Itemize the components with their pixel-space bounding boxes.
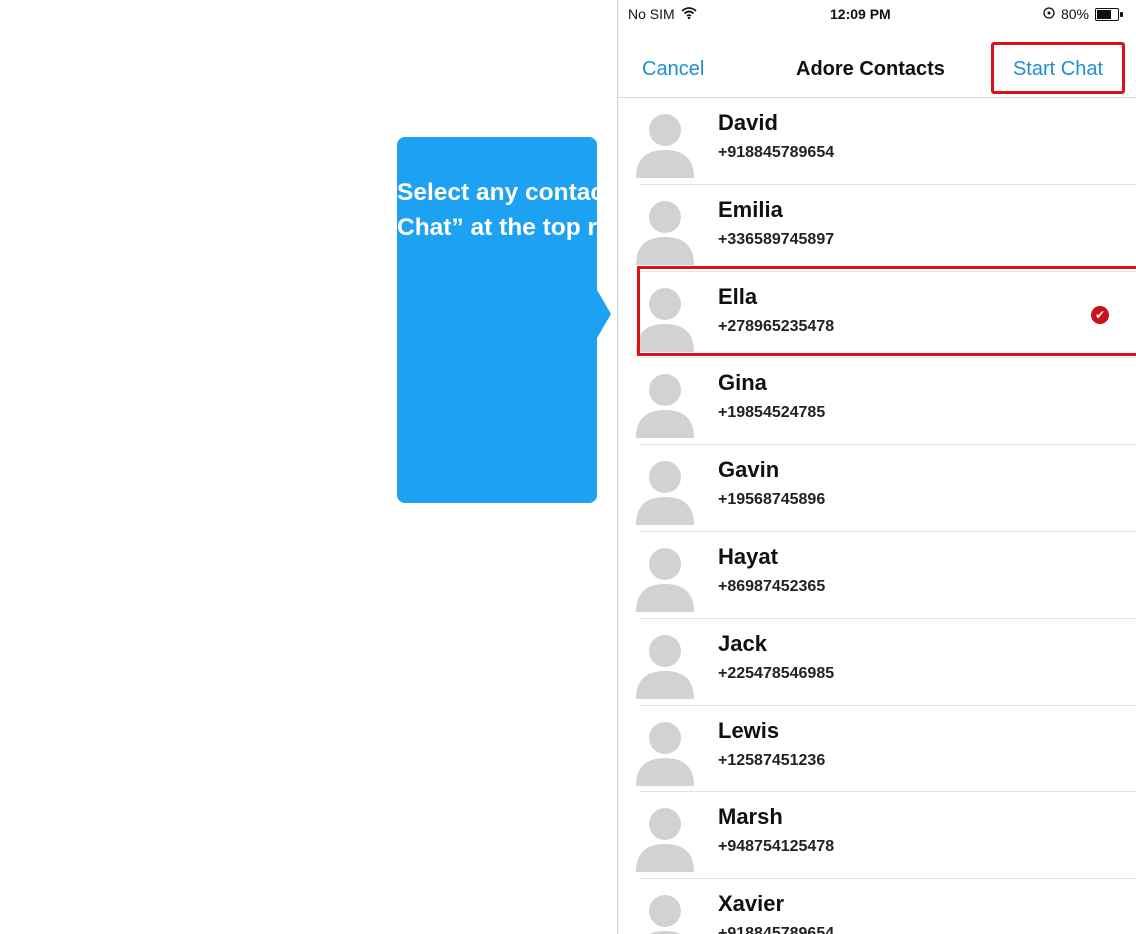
contact-name: Jack [718,630,767,656]
contact-row[interactable]: Hayat +86987452365 [636,532,1136,619]
contact-phone: +918845789654 [718,144,835,161]
avatar-icon [632,455,698,526]
selected-contact-highlight [637,266,1136,356]
contact-name: David [718,110,778,135]
avatar-icon [632,716,698,786]
battery-icon [1095,7,1123,21]
avatar-icon [632,542,698,612]
location-icon [1043,6,1055,22]
callout-pointer [597,290,611,338]
contact-phone: +19568745896 [718,491,826,509]
avatar-icon [632,368,698,439]
phone-screen: No SIM 12:09 PM 80% Cancel Adore Contact… [617,0,1136,934]
contact-phone: +225478546985 [718,664,835,682]
page-title: Adore Contacts [796,58,945,80]
contact-phone: +19854524785 [718,404,826,422]
contact-row[interactable]: Lewis +12587451236 [636,706,1136,793]
contact-name: Gavin [718,457,780,483]
avatar-icon [632,108,698,178]
contact-row[interactable]: Marsh +948754125478 [636,792,1136,880]
navigation-bar: Cancel Adore Contacts Start Chat [618,42,1136,98]
contact-name: Hayat [718,543,778,569]
battery-level-fill [1097,9,1111,19]
contact-phone: +12587451236 [718,751,826,769]
start-chat-button[interactable]: Start Chat [991,42,1125,94]
contact-name: Lewis [718,717,780,743]
contact-name: Emilia [718,196,783,222]
contact-row[interactable]: Emilia +336589745897 [636,185,1136,272]
contact-name: Gina [718,370,767,396]
battery-tip [1120,11,1123,17]
contact-row[interactable]: Gavin +19568745896 [636,445,1136,532]
contact-phone: +948754125478 [718,838,835,856]
avatar-icon [632,195,698,265]
contact-list: David +918845789654 Emilia +336589745897 Ell… [618,98,1136,934]
contact-row[interactable]: Jack +225478546985 [636,619,1136,706]
cancel-button[interactable]: Cancel [642,58,704,81]
contact-name: Marsh [718,804,783,830]
contact-name: Xavier [718,891,785,917]
battery-percent: 80% [1060,6,1089,22]
contact-phone: +336589745897 [718,230,835,248]
avatar-icon [632,802,698,873]
status-time: 12:09 PM [830,6,891,22]
avatar-icon [632,889,698,934]
contact-phone: +86987452365 [718,577,826,595]
contact-row[interactable]: Xavier +918845789654 [640,879,1136,934]
contact-row[interactable]: Gina +19854524785 [636,358,1136,446]
status-bar: No SIM 12:09 PM 80% [618,0,1136,42]
wifi-icon [681,6,697,22]
avatar-icon [632,629,698,699]
contact-row[interactable]: David +918845789654 [636,98,1136,185]
carrier-label: No SIM [628,6,675,22]
contact-phone: +918845789654 [718,925,835,934]
